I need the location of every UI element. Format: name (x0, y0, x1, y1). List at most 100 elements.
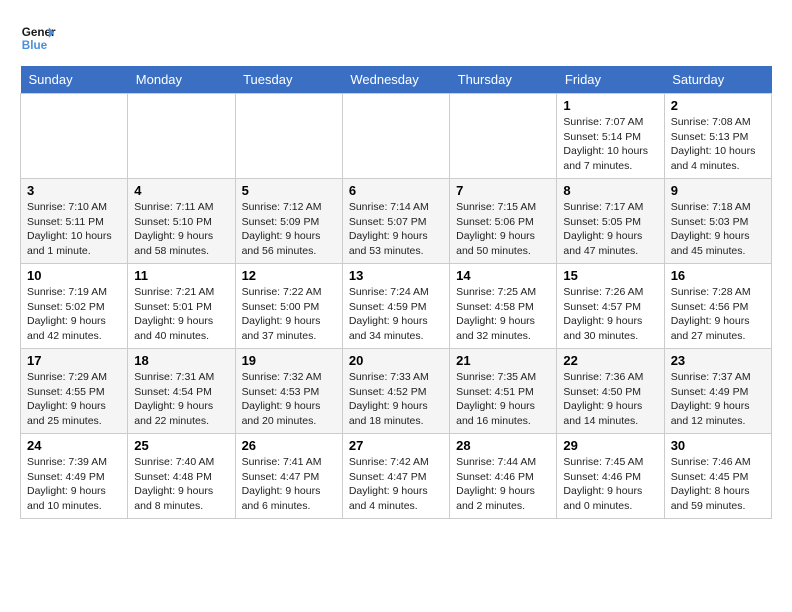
day-info: Sunrise: 7:18 AM Sunset: 5:03 PM Dayligh… (671, 200, 765, 259)
day-number: 11 (134, 268, 228, 283)
calendar-cell: 15 Sunrise: 7:26 AM Sunset: 4:57 PM Dayli… (557, 264, 664, 349)
calendar-cell: 6 Sunrise: 7:14 AM Sunset: 5:07 PM Daylig… (342, 179, 449, 264)
day-header-sunday: Sunday (21, 66, 128, 94)
day-info: Sunrise: 7:21 AM Sunset: 5:01 PM Dayligh… (134, 285, 228, 344)
day-header-saturday: Saturday (664, 66, 771, 94)
calendar-cell: 9 Sunrise: 7:18 AM Sunset: 5:03 PM Daylig… (664, 179, 771, 264)
day-number: 10 (27, 268, 121, 283)
days-header-row: SundayMondayTuesdayWednesdayThursdayFrid… (21, 66, 772, 94)
day-info: Sunrise: 7:40 AM Sunset: 4:48 PM Dayligh… (134, 455, 228, 514)
calendar-cell: 12Sunrise: 7:22 AM Sunset: 5:00 PM Dayli… (235, 264, 342, 349)
day-info: Sunrise: 7:39 AM Sunset: 4:49 PM Dayligh… (27, 455, 121, 514)
calendar-cell (342, 94, 449, 179)
calendar-cell: 26Sunrise: 7:41 AM Sunset: 4:47 PM Dayli… (235, 434, 342, 519)
day-number: 22 (563, 353, 657, 368)
day-info: Sunrise: 7:14 AM Sunset: 5:07 PM Dayligh… (349, 200, 443, 259)
day-number: 5 (242, 183, 336, 198)
calendar-cell: 10Sunrise: 7:19 AM Sunset: 5:02 PM Dayli… (21, 264, 128, 349)
svg-text:Blue: Blue (22, 39, 48, 52)
calendar-cell: 19 Sunrise: 7:32 AM Sunset: 4:53 PM Dayli… (235, 349, 342, 434)
calendar-cell: 3 Sunrise: 7:10 AM Sunset: 5:11 PM Daylig… (21, 179, 128, 264)
day-number: 4 (134, 183, 228, 198)
calendar-cell (21, 94, 128, 179)
day-number: 15 (563, 268, 657, 283)
day-number: 3 (27, 183, 121, 198)
day-header-tuesday: Tuesday (235, 66, 342, 94)
day-number: 1 (563, 98, 657, 113)
day-header-thursday: Thursday (450, 66, 557, 94)
day-info: Sunrise: 7:17 AM Sunset: 5:05 PM Dayligh… (563, 200, 657, 259)
day-header-wednesday: Wednesday (342, 66, 449, 94)
day-number: 7 (456, 183, 550, 198)
calendar-cell: 20 Sunrise: 7:33 AM Sunset: 4:52 PM Dayli… (342, 349, 449, 434)
day-number: 26 (242, 438, 336, 453)
day-info: Sunrise: 7:35 AM Sunset: 4:51 PM Dayligh… (456, 370, 550, 429)
calendar-cell: 8Sunrise: 7:17 AM Sunset: 5:05 PM Daylig… (557, 179, 664, 264)
day-number: 21 (456, 353, 550, 368)
day-number: 16 (671, 268, 765, 283)
day-info: Sunrise: 7:11 AM Sunset: 5:10 PM Dayligh… (134, 200, 228, 259)
day-info: Sunrise: 7:44 AM Sunset: 4:46 PM Dayligh… (456, 455, 550, 514)
calendar-cell: 21 Sunrise: 7:35 AM Sunset: 4:51 PM Dayli… (450, 349, 557, 434)
week-row-2: 3 Sunrise: 7:10 AM Sunset: 5:11 PM Daylig… (21, 179, 772, 264)
calendar-cell: 5 Sunrise: 7:12 AM Sunset: 5:09 PM Daylig… (235, 179, 342, 264)
day-header-monday: Monday (128, 66, 235, 94)
day-number: 12 (242, 268, 336, 283)
day-info: Sunrise: 7:07 AM Sunset: 5:14 PM Dayligh… (563, 115, 657, 174)
day-number: 19 (242, 353, 336, 368)
calendar-cell: 4 Sunrise: 7:11 AM Sunset: 5:10 PM Daylig… (128, 179, 235, 264)
day-number: 6 (349, 183, 443, 198)
day-number: 17 (27, 353, 121, 368)
day-info: Sunrise: 7:12 AM Sunset: 5:09 PM Dayligh… (242, 200, 336, 259)
calendar-cell: 13 Sunrise: 7:24 AM Sunset: 4:59 PM Dayli… (342, 264, 449, 349)
day-number: 25 (134, 438, 228, 453)
day-number: 23 (671, 353, 765, 368)
day-info: Sunrise: 7:28 AM Sunset: 4:56 PM Dayligh… (671, 285, 765, 344)
day-info: Sunrise: 7:26 AM Sunset: 4:57 PM Dayligh… (563, 285, 657, 344)
day-number: 2 (671, 98, 765, 113)
calendar-cell (235, 94, 342, 179)
logo-icon: General Blue (20, 20, 56, 56)
calendar-cell: 11 Sunrise: 7:21 AM Sunset: 5:01 PM Dayli… (128, 264, 235, 349)
day-info: Sunrise: 7:29 AM Sunset: 4:55 PM Dayligh… (27, 370, 121, 429)
day-number: 9 (671, 183, 765, 198)
day-number: 13 (349, 268, 443, 283)
day-number: 14 (456, 268, 550, 283)
calendar-cell: 16 Sunrise: 7:28 AM Sunset: 4:56 PM Dayli… (664, 264, 771, 349)
calendar-cell: 29 Sunrise: 7:45 AM Sunset: 4:46 PM Dayli… (557, 434, 664, 519)
week-row-4: 17 Sunrise: 7:29 AM Sunset: 4:55 PM Dayli… (21, 349, 772, 434)
day-info: Sunrise: 7:08 AM Sunset: 5:13 PM Dayligh… (671, 115, 765, 174)
day-info: Sunrise: 7:24 AM Sunset: 4:59 PM Dayligh… (349, 285, 443, 344)
day-info: Sunrise: 7:32 AM Sunset: 4:53 PM Dayligh… (242, 370, 336, 429)
calendar-cell: 14Sunrise: 7:25 AM Sunset: 4:58 PM Dayli… (450, 264, 557, 349)
calendar-cell: 18 Sunrise: 7:31 AM Sunset: 4:54 PM Dayli… (128, 349, 235, 434)
day-number: 24 (27, 438, 121, 453)
day-number: 18 (134, 353, 228, 368)
day-number: 29 (563, 438, 657, 453)
day-info: Sunrise: 7:33 AM Sunset: 4:52 PM Dayligh… (349, 370, 443, 429)
calendar-cell: 22 Sunrise: 7:36 AM Sunset: 4:50 PM Dayli… (557, 349, 664, 434)
calendar-cell: 7 Sunrise: 7:15 AM Sunset: 5:06 PM Daylig… (450, 179, 557, 264)
day-info: Sunrise: 7:37 AM Sunset: 4:49 PM Dayligh… (671, 370, 765, 429)
logo: General Blue (20, 20, 56, 56)
week-row-3: 10Sunrise: 7:19 AM Sunset: 5:02 PM Dayli… (21, 264, 772, 349)
day-info: Sunrise: 7:45 AM Sunset: 4:46 PM Dayligh… (563, 455, 657, 514)
day-number: 20 (349, 353, 443, 368)
day-info: Sunrise: 7:15 AM Sunset: 5:06 PM Dayligh… (456, 200, 550, 259)
day-info: Sunrise: 7:10 AM Sunset: 5:11 PM Dayligh… (27, 200, 121, 259)
calendar-cell: 30 Sunrise: 7:46 AM Sunset: 4:45 PM Dayli… (664, 434, 771, 519)
day-info: Sunrise: 7:36 AM Sunset: 4:50 PM Dayligh… (563, 370, 657, 429)
calendar-cell: 25 Sunrise: 7:40 AM Sunset: 4:48 PM Dayli… (128, 434, 235, 519)
calendar-cell (450, 94, 557, 179)
day-info: Sunrise: 7:46 AM Sunset: 4:45 PM Dayligh… (671, 455, 765, 514)
day-info: Sunrise: 7:42 AM Sunset: 4:47 PM Dayligh… (349, 455, 443, 514)
calendar-cell (128, 94, 235, 179)
day-number: 30 (671, 438, 765, 453)
calendar-cell: 2 Sunrise: 7:08 AM Sunset: 5:13 PM Daylig… (664, 94, 771, 179)
page-header: General Blue (20, 20, 772, 56)
day-info: Sunrise: 7:31 AM Sunset: 4:54 PM Dayligh… (134, 370, 228, 429)
calendar-cell: 1 Sunrise: 7:07 AM Sunset: 5:14 PM Daylig… (557, 94, 664, 179)
day-header-friday: Friday (557, 66, 664, 94)
week-row-5: 24 Sunrise: 7:39 AM Sunset: 4:49 PM Dayli… (21, 434, 772, 519)
calendar-cell: 24 Sunrise: 7:39 AM Sunset: 4:49 PM Dayli… (21, 434, 128, 519)
